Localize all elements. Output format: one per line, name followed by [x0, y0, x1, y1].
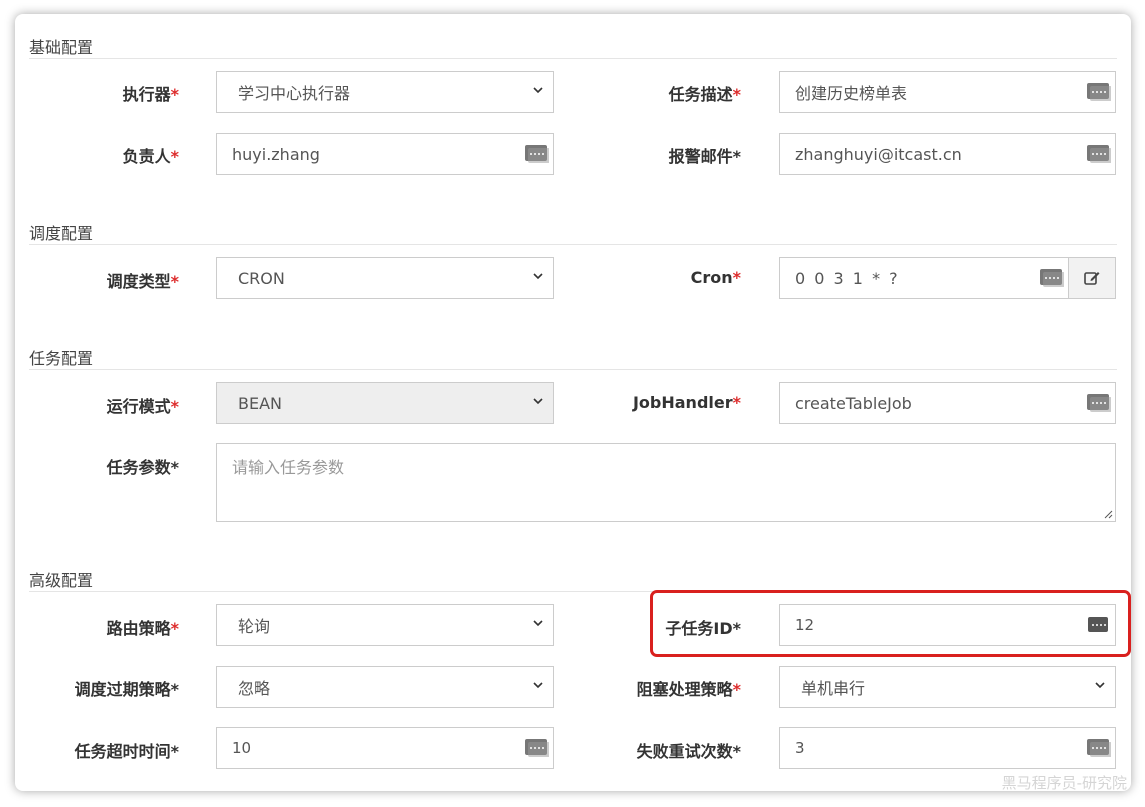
executor-select[interactable]: 学习中心执行器 [216, 71, 554, 113]
resize-handle-icon[interactable] [1103, 509, 1113, 519]
job-param-placeholder: 请输入任务参数 [232, 458, 345, 477]
block-strategy-value: 单机串行 [801, 679, 866, 698]
misfire-strategy-value: 忽略 [238, 679, 271, 698]
keyboard-icon [525, 739, 549, 757]
keyboard-icon [1088, 617, 1108, 632]
fail-retry-value: 3 [795, 739, 805, 757]
timeout-value: 10 [232, 739, 252, 757]
chevron-down-icon [533, 620, 543, 627]
executor-label: 执行器* [122, 85, 179, 104]
author-input[interactable]: huyi.zhang [216, 133, 554, 175]
executor-value: 学习中心执行器 [238, 84, 351, 103]
schedule-type-label: 调度类型* [106, 272, 179, 291]
section-divider [29, 58, 1117, 59]
child-job-id-value: 12 [795, 616, 815, 634]
job-desc-input[interactable]: 创建历史榜单表 [779, 71, 1116, 113]
section-divider [29, 244, 1117, 245]
glue-type-select[interactable]: BEAN [216, 382, 554, 424]
route-strategy-select[interactable]: 轮询 [216, 604, 554, 646]
chevron-down-icon [533, 398, 543, 405]
fail-retry-label: 失败重试次数* [636, 742, 741, 761]
watermark: 黑马程序员-研究院 [1001, 774, 1127, 792]
section-title-basic: 基础配置 [29, 38, 94, 57]
author-value: huyi.zhang [232, 144, 320, 164]
glue-type-label: 运行模式* [106, 397, 179, 416]
chevron-down-icon [533, 87, 543, 94]
job-edit-form: 基础配置 执行器* 学习中心执行器 任务描述* 创建历史榜单表 负责人* huy… [15, 14, 1131, 791]
chevron-down-icon [533, 273, 543, 280]
misfire-strategy-label: 调度过期策略* [74, 680, 179, 699]
section-title-advanced: 高级配置 [29, 571, 94, 590]
alarm-email-input[interactable]: zhanghuyi@itcast.cn [779, 133, 1116, 175]
alarm-email-label: 报警邮件* [668, 147, 741, 166]
keyboard-icon [1087, 83, 1111, 101]
route-strategy-value: 轮询 [238, 617, 271, 636]
cron-label: Cron* [690, 268, 741, 287]
child-job-id-label: 子任务ID* [665, 619, 741, 638]
job-desc-value: 创建历史榜单表 [795, 84, 908, 103]
route-strategy-label: 路由策略* [106, 619, 179, 638]
section-title-schedule: 调度配置 [29, 224, 94, 243]
alarm-email-value: zhanghuyi@itcast.cn [795, 144, 962, 164]
fail-retry-input[interactable]: 3 [779, 727, 1116, 769]
keyboard-icon [1040, 269, 1064, 287]
cron-input[interactable]: 0 0 3 1 * ? [779, 257, 1069, 299]
keyboard-icon [1087, 394, 1111, 412]
edit-icon [1084, 272, 1100, 285]
cron-value: 0 0 3 1 * ? [795, 268, 900, 288]
schedule-type-value: CRON [238, 268, 285, 288]
job-handler-label: JobHandler* [632, 393, 741, 412]
timeout-label: 任务超时时间* [74, 742, 179, 761]
job-desc-label: 任务描述* [668, 85, 741, 104]
block-strategy-label: 阻塞处理策略* [636, 680, 741, 699]
misfire-strategy-select[interactable]: 忽略 [216, 666, 554, 708]
chevron-down-icon [1095, 682, 1105, 689]
job-handler-value: createTableJob [795, 393, 912, 413]
section-title-task: 任务配置 [29, 349, 94, 368]
section-divider [29, 369, 1117, 370]
schedule-type-select[interactable]: CRON [216, 257, 554, 299]
timeout-input[interactable]: 10 [216, 727, 554, 769]
keyboard-icon [1087, 739, 1111, 757]
keyboard-icon [525, 145, 549, 163]
author-label: 负责人* [122, 147, 179, 166]
keyboard-icon [1087, 145, 1111, 163]
job-handler-input[interactable]: createTableJob [779, 382, 1116, 424]
block-strategy-select[interactable]: 单机串行 [779, 666, 1116, 708]
glue-type-value: BEAN [238, 393, 282, 413]
job-param-label: 任务参数* [106, 458, 179, 477]
child-job-id-input[interactable]: 12 [779, 604, 1116, 646]
job-param-textarea[interactable]: 请输入任务参数 [216, 443, 1116, 522]
cron-edit-button[interactable] [1068, 257, 1116, 299]
chevron-down-icon [533, 682, 543, 689]
